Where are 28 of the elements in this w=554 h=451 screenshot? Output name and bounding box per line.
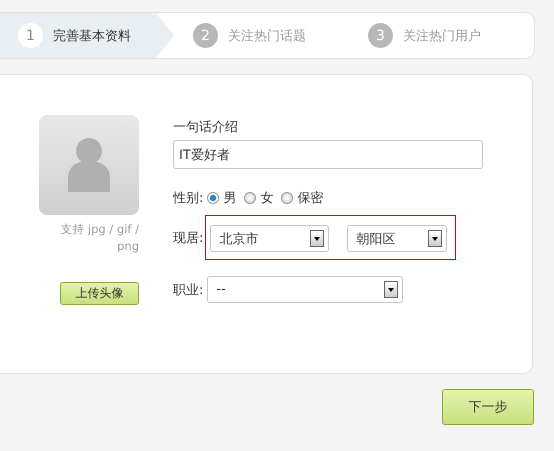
gender-option: 保密: [297, 189, 324, 207]
location-select[interactable]: 朝阳区: [347, 225, 448, 252]
next-step-button[interactable]: 下一步: [442, 389, 534, 425]
radio-button[interactable]: [244, 192, 256, 204]
caret-icon: [310, 230, 324, 247]
bio-input[interactable]: IT爱好者: [173, 140, 483, 169]
caret-icon: [428, 230, 442, 247]
gender-option: 男: [223, 189, 236, 207]
step-tab[interactable]: 1 完善基本资料: [0, 13, 175, 58]
upload-avatar-button[interactable]: 上传头像: [60, 282, 139, 305]
bio-label: 一句话介绍: [173, 119, 239, 136]
residence-label: 现居:: [173, 230, 204, 246]
step-number: 3: [368, 23, 393, 48]
radio-button[interactable]: [207, 192, 220, 204]
gender-option: 女: [260, 189, 274, 207]
location-select[interactable]: 北京市: [210, 225, 330, 252]
occupation-select[interactable]: --: [207, 276, 404, 303]
step-number: 1: [18, 23, 43, 48]
occupation-label: 职业:: [173, 282, 204, 298]
step-label: 完善基本资料: [53, 28, 131, 44]
person-icon: [67, 137, 111, 193]
caret-icon: [384, 281, 398, 298]
gender-label: 性别:: [173, 190, 204, 207]
step-label: 关注热门用户: [403, 28, 481, 44]
radio-button[interactable]: [281, 192, 294, 204]
step-label: 关注热门话题: [228, 28, 306, 44]
format-hint: 支持 jpg / gif / png: [59, 221, 139, 255]
step-number: 2: [193, 23, 218, 48]
